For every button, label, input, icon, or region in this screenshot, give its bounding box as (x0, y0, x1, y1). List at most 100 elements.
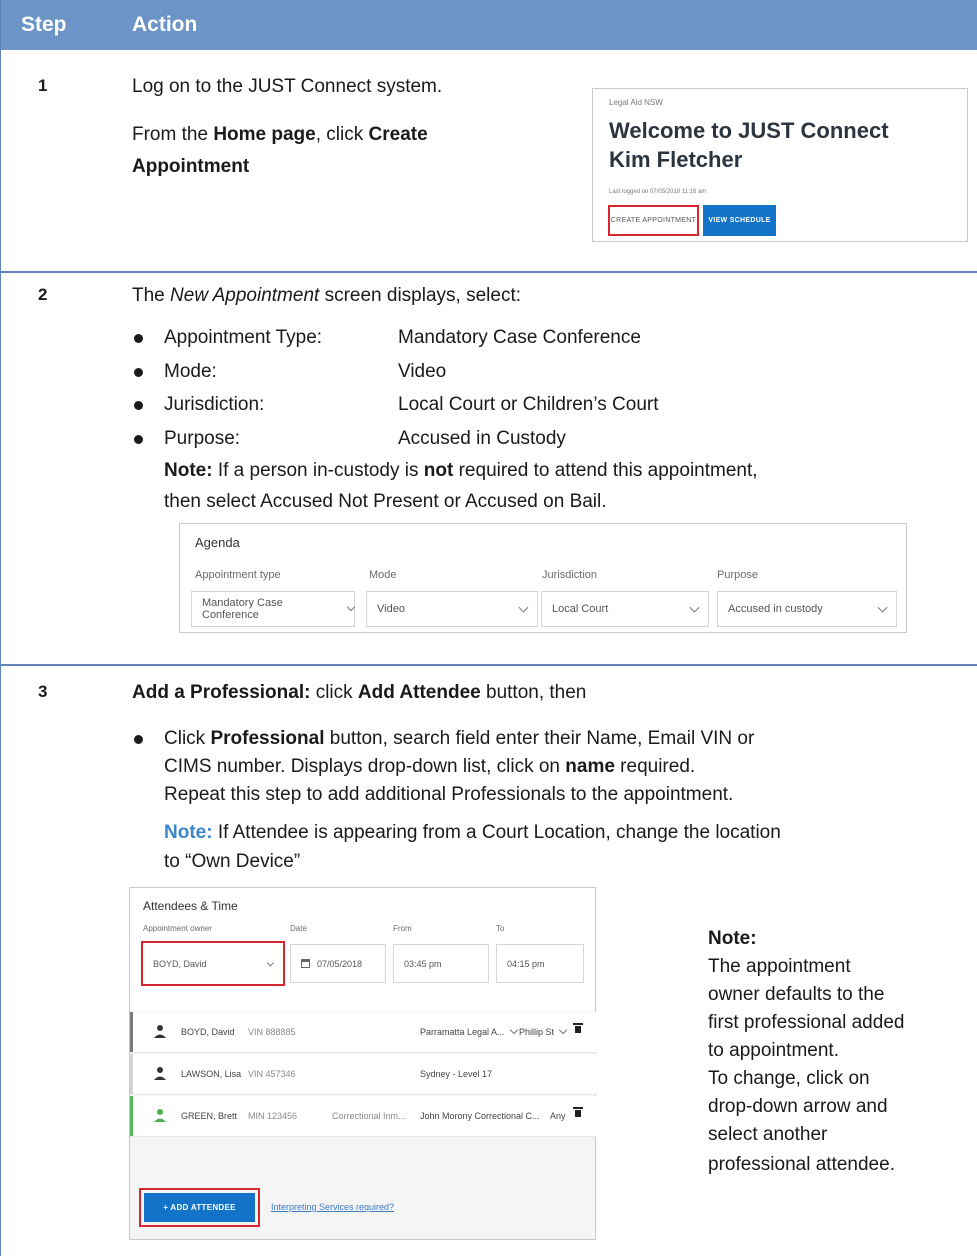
bullet (134, 401, 143, 410)
item-value: Mandatory Case Conference (398, 327, 641, 348)
from-time-field[interactable]: 03:45 pm (393, 944, 489, 983)
sublocation-value: Phillip St (519, 1027, 555, 1037)
appointment-owner-select[interactable]: BOYD, David (141, 941, 285, 986)
attendee-location: Sydney - Level 17 (420, 1069, 493, 1079)
row-indicator (130, 1054, 133, 1094)
select-value: Accused in custody (728, 603, 823, 615)
side-note-line: first professional added (708, 1012, 905, 1033)
mode-select[interactable]: Video (366, 591, 538, 627)
step3-bullet-line3: Repeat this step to add additional Profe… (164, 784, 734, 805)
attendees-heading: Attendees & Time (143, 899, 238, 913)
add-attendee-button[interactable]: + ADD ATTENDEE (144, 1193, 255, 1222)
agenda-heading: Agenda (195, 535, 240, 550)
table-header: Step Action (1, 0, 977, 50)
interpreting-services-link[interactable]: Interpreting Services required? (271, 1202, 394, 1212)
add-attendee-highlight: + ADD ATTENDEE (139, 1188, 260, 1227)
trash-icon[interactable] (573, 1107, 583, 1117)
chevron-down-icon (558, 1025, 568, 1035)
side-note-line: To change, click on (708, 1068, 870, 1089)
side-note-line: owner defaults to the (708, 984, 885, 1005)
field-value: 07/05/2018 (317, 958, 363, 969)
mode-label: Mode (369, 569, 397, 581)
calendar-icon (301, 959, 310, 968)
bullet (134, 735, 143, 744)
select-value: Local Court (552, 603, 609, 615)
bullet (134, 435, 143, 444)
row-indicator (130, 1012, 133, 1052)
header-action: Action (132, 13, 198, 36)
step-number-1: 1 (38, 76, 48, 95)
item-value: Accused in Custody (398, 428, 566, 449)
person-icon (154, 1025, 166, 1038)
trash-icon[interactable] (573, 1023, 583, 1033)
side-note-line: select another (708, 1124, 828, 1145)
attendee-row[interactable]: LAWSON, Lisa VIN 457346 Sydney - Level 1… (130, 1054, 596, 1095)
bullet (134, 334, 143, 343)
attendee-row[interactable]: BOYD, David VIN 888885 Parramatta Legal … (130, 1012, 596, 1053)
chevron-down-icon (266, 958, 275, 967)
row-divider (1, 271, 977, 273)
chevron-down-icon (509, 1025, 518, 1035)
purpose-select[interactable]: Accused in custody (717, 591, 897, 627)
attendee-sublocation-select[interactable]: Phillip St (519, 1025, 568, 1037)
row-indicator (130, 1096, 133, 1136)
chevron-down-icon (346, 602, 356, 612)
purpose-label: Purpose (717, 569, 758, 581)
field-value: 04:15 pm (507, 958, 545, 969)
date-field[interactable]: 07/05/2018 (290, 944, 386, 983)
org-label: Legal Aid NSW (609, 98, 663, 107)
step1-line2: From the Home page, click Create (132, 124, 428, 145)
step3-bullet-line2: CIMS number. Displays drop-down list, cl… (164, 756, 696, 777)
side-note-line: to appointment. (708, 1040, 839, 1061)
appointment-type-select[interactable]: Mandatory Case Conference (191, 591, 356, 627)
to-time-field[interactable]: 04:15 pm (496, 944, 584, 983)
appointment-type-label: Appointment type (195, 569, 281, 581)
step-number-2: 2 (38, 285, 48, 304)
user-name: Kim Fletcher (609, 147, 743, 172)
select-value: BOYD, David (153, 958, 207, 969)
attendee-location-select[interactable]: Parramatta Legal A... (420, 1025, 518, 1037)
side-note-title: Note: (708, 928, 757, 949)
attendee-name: BOYD, David (181, 1027, 235, 1037)
item-label: Jurisdiction: (164, 394, 265, 415)
jurisdiction-select[interactable]: Local Court (541, 591, 709, 627)
owner-label: Appointment owner (143, 924, 212, 933)
item-label: Appointment Type: (164, 327, 323, 348)
bullet (134, 368, 143, 377)
jurisdiction-label: Jurisdiction (542, 569, 598, 581)
last-logged: Last logged on 07/05/2018 11:16 am (609, 189, 707, 195)
attendee-id: VIN 457346 (248, 1069, 296, 1079)
welcome-screenshot: Legal Aid NSW Welcome to JUST Connect Ki… (592, 88, 968, 242)
attendee-id: VIN 888885 (248, 1027, 296, 1037)
step3-intro: Add a Professional: click Add Attendee b… (132, 682, 587, 703)
date-label: Date (290, 924, 307, 933)
chevron-down-icon (518, 602, 529, 613)
agenda-screenshot: Agenda Appointment type Mandatory Case C… (179, 523, 907, 633)
person-icon (154, 1109, 166, 1122)
attendee-name: LAWSON, Lisa (181, 1069, 242, 1079)
select-value: Video (377, 603, 405, 615)
item-label: Mode: (164, 361, 217, 382)
step2-intro: The New Appointment screen displays, sel… (132, 285, 521, 306)
view-schedule-button[interactable]: VIEW SCHEDULE (703, 205, 776, 236)
step-number-3: 3 (38, 682, 48, 701)
side-note-line: drop-down arrow and (708, 1096, 888, 1117)
attendee-id: MIN 123456 (248, 1111, 298, 1121)
select-value: Mandatory Case Conference (202, 597, 283, 621)
side-note-line: The appointment (708, 956, 851, 977)
attendees-screenshot: Attendees & Time Appointment owner Date … (129, 887, 596, 1240)
from-label: From (393, 924, 412, 933)
attendee-location: John Morony Correctional C... (420, 1111, 540, 1121)
step3-note: Note: If Attendee is appearing from a Co… (164, 822, 781, 843)
attendee-sublocation: Any (550, 1111, 566, 1121)
create-appointment-button[interactable]: CREATE APPOINTMENT (608, 205, 699, 236)
step3-note-line2: to “Own Device” (164, 851, 301, 872)
item-label: Purpose: (164, 428, 241, 449)
step3-bullet-line1: Click Professional button, search field … (164, 728, 755, 749)
step1-line1: Log on to the JUST Connect system. (132, 76, 443, 97)
step1-line3: Appointment (132, 156, 250, 177)
person-icon (154, 1067, 166, 1080)
welcome-title: Welcome to JUST Connect (609, 118, 889, 143)
side-note-line: professional attendee. (708, 1154, 895, 1175)
attendee-row[interactable]: GREEN, Brett MIN 123456 Correctional Inm… (130, 1096, 596, 1137)
